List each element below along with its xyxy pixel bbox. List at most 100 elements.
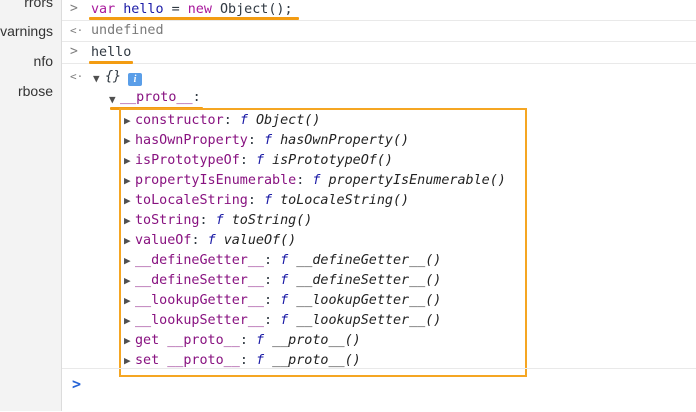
prompt-icon: > [70, 1, 78, 16]
highlight-underline [89, 61, 133, 64]
console-sidebar: rrors varnings nfo rbose [0, 0, 62, 411]
member-key: set __proto__ [135, 353, 240, 368]
result-value: undefined [91, 23, 164, 38]
collapse-triangle-icon[interactable]: ▶ [124, 254, 131, 267]
collapse-triangle-icon[interactable]: ▶ [124, 314, 131, 327]
member-key: __lookupGetter__ [135, 293, 264, 308]
sidebar-item-label: rbose [17, 83, 53, 99]
member-key: constructor [135, 113, 224, 128]
collapse-triangle-icon[interactable]: ▶ [124, 194, 131, 207]
sidebar-item-errors[interactable]: rrors [24, 0, 53, 10]
member-key: hasOwnProperty [135, 133, 248, 148]
member-key: isPrototypeOf [135, 153, 240, 168]
collapse-triangle-icon[interactable]: ▶ [124, 214, 131, 227]
assign-operator: = [163, 2, 188, 17]
collapse-triangle-icon[interactable]: ▶ [124, 274, 131, 287]
console-output: > var hello = new Object(); <· undefined… [62, 0, 696, 411]
info-icon[interactable]: i [128, 73, 142, 86]
sidebar-item-label: varnings [0, 23, 53, 39]
member-signature: isPrototypeOf() [272, 153, 393, 168]
member-signature: __defineGetter__() [296, 253, 442, 268]
member-signature: __proto__() [272, 333, 361, 348]
proto-member-text: toLocaleString: f toLocaleString() [135, 193, 410, 208]
command-text[interactable]: var hello = new Object(); [91, 2, 293, 17]
sidebar-item-label: rrors [24, 0, 53, 10]
proto-member-text: __defineSetter__: f __defineSetter__() [135, 273, 442, 288]
function-marker: f [255, 153, 264, 168]
member-key: __defineSetter__ [135, 273, 264, 288]
function-marker: f [255, 333, 264, 348]
console-input-line: > var hello = new Object(); [62, 0, 696, 21]
member-signature: __defineSetter__() [296, 273, 442, 288]
proto-member-text: __lookupSetter__: f __lookupSetter__() [135, 313, 442, 328]
proto-label[interactable]: __proto__: [120, 90, 201, 105]
function-marker: f [207, 233, 216, 248]
member-signature: __lookupSetter__() [296, 313, 442, 328]
member-key: __defineGetter__ [135, 253, 264, 268]
collapse-triangle-icon[interactable]: ▶ [124, 234, 131, 247]
expand-triangle-icon[interactable]: ▼ [109, 93, 116, 106]
collapse-triangle-icon[interactable]: ▶ [124, 354, 131, 367]
member-signature: Object() [255, 113, 321, 128]
console-input-line: > hello [62, 43, 696, 64]
collapse-triangle-icon[interactable]: ▶ [124, 174, 131, 187]
proto-member-text: valueOf: f valueOf() [135, 233, 297, 248]
proto-key: __proto__ [120, 90, 193, 105]
proto-member-text: toString: f toString() [135, 213, 313, 228]
member-key: propertyIsEnumerable [135, 173, 297, 188]
member-signature: propertyIsEnumerable() [328, 173, 506, 188]
keyword-var: var [91, 2, 116, 17]
proto-member-text: set __proto__: f __proto__() [135, 353, 361, 368]
prompt-icon: > [70, 44, 78, 59]
function-marker: f [239, 113, 248, 128]
member-key: toString [135, 213, 200, 228]
member-key: __lookupSetter__ [135, 313, 264, 328]
collapse-triangle-icon[interactable]: ▶ [124, 134, 131, 147]
sidebar-item-info[interactable]: nfo [34, 53, 53, 69]
collapse-triangle-icon[interactable]: ▶ [124, 114, 131, 127]
proto-colon: : [192, 90, 201, 105]
sidebar-item-label: nfo [33, 53, 53, 69]
function-marker: f [280, 253, 289, 268]
function-marker: f [280, 273, 289, 288]
member-key: valueOf [135, 233, 192, 248]
proto-member-text: get __proto__: f __proto__() [135, 333, 361, 348]
member-signature: hasOwnProperty() [280, 133, 410, 148]
function-marker: f [280, 293, 289, 308]
function-marker: f [264, 193, 273, 208]
member-key: toLocaleString [135, 193, 248, 208]
command-text[interactable]: hello [91, 45, 131, 60]
proto-member-text: hasOwnProperty: f hasOwnProperty() [135, 133, 410, 148]
keyword-new: new [187, 2, 212, 17]
console-result-line: <· undefined [62, 21, 696, 42]
collapse-triangle-icon[interactable]: ▶ [124, 294, 131, 307]
sidebar-item-warnings[interactable]: varnings [0, 23, 53, 39]
sidebar-item-verbose[interactable]: rbose [18, 83, 53, 99]
member-signature: __lookupGetter__() [296, 293, 442, 308]
member-key: get __proto__ [135, 333, 240, 348]
collapse-triangle-icon[interactable]: ▶ [124, 334, 131, 347]
member-signature: valueOf() [223, 233, 297, 248]
object-preview[interactable]: {} [105, 69, 121, 84]
collapse-triangle-icon[interactable]: ▶ [124, 154, 131, 167]
console-input-chevron-icon[interactable]: > [72, 375, 81, 393]
highlight-underline [89, 17, 299, 20]
proto-member-text: isPrototypeOf: f isPrototypeOf() [135, 153, 393, 168]
result-arrow-icon: <· [70, 70, 84, 83]
function-marker: f [255, 353, 264, 368]
result-arrow-icon: <· [70, 24, 84, 37]
function-marker: f [312, 173, 321, 188]
proto-member-text: propertyIsEnumerable: f propertyIsEnumer… [135, 173, 506, 188]
member-signature: __proto__() [272, 353, 361, 368]
proto-member-text: __lookupGetter__: f __lookupGetter__() [135, 293, 442, 308]
variable-name: hello [123, 2, 164, 17]
expand-triangle-icon[interactable]: ▼ [93, 72, 100, 85]
function-marker: f [264, 133, 273, 148]
proto-member-text: __defineGetter__: f __defineGetter__() [135, 253, 442, 268]
member-signature: toString() [231, 213, 313, 228]
function-marker: f [280, 313, 289, 328]
member-signature: toLocaleString() [280, 193, 410, 208]
command-rest: Object(); [211, 2, 293, 17]
function-marker: f [215, 213, 224, 228]
console-prompt-area[interactable] [62, 368, 696, 412]
